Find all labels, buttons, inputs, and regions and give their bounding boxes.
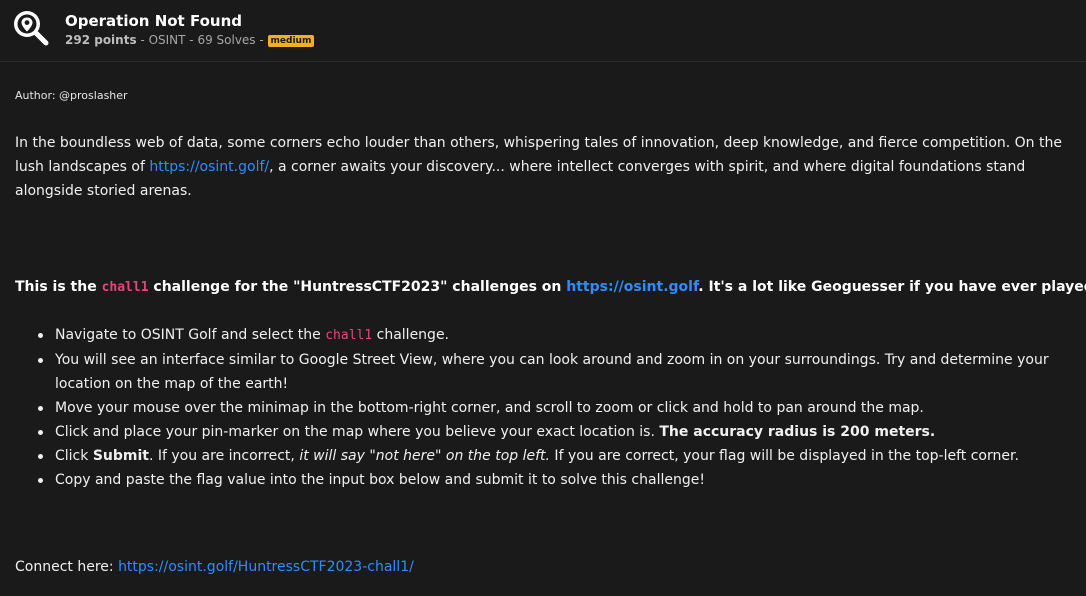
connect-label: Connect here: bbox=[15, 559, 119, 575]
step-text: Move your mouse over the minimap in the … bbox=[55, 400, 924, 416]
step-text: Copy and paste the flag value into the i… bbox=[55, 472, 705, 488]
challenge-summary: This is the chall1 challenge for the "Hu… bbox=[15, 275, 1086, 300]
osint-golf-summary-link[interactable]: https://osint.golf bbox=[566, 279, 698, 295]
summary-text-2: challenge for the "HuntressCTF2023" chal… bbox=[148, 279, 567, 295]
connect-line: Connect here: https://osint.golf/Huntres… bbox=[15, 555, 414, 579]
chall-code: chall1 bbox=[101, 280, 149, 295]
instruction-list: Navigate to OSINT Golf and select the ch… bbox=[15, 323, 1075, 492]
challenge-header: Operation Not Found 292 points - OSINT -… bbox=[0, 0, 1086, 62]
not-here-note: it will say "not here" on the top left. bbox=[299, 448, 550, 464]
osint-golf-link[interactable]: https://osint.golf/ bbox=[149, 159, 269, 175]
submit-word: Submit bbox=[92, 448, 149, 464]
chall-code: chall1 bbox=[325, 328, 373, 343]
challenge-title: Operation Not Found bbox=[65, 12, 242, 30]
list-item: You will see an interface similar to Goo… bbox=[38, 348, 1075, 396]
intro-paragraph: In the boundless web of data, some corne… bbox=[15, 131, 1073, 203]
step-text: Click bbox=[55, 448, 93, 464]
step-text: Navigate to OSINT Golf and select the bbox=[55, 327, 326, 343]
solves-count: 69 Solves bbox=[197, 33, 256, 47]
list-item: Click and place your pin-marker on the m… bbox=[38, 420, 1075, 444]
step-text: . If you are incorrect, bbox=[148, 448, 300, 464]
summary-text-3: . It's a lot like Geoguesser if you have… bbox=[698, 279, 1086, 295]
step-text: You will see an interface similar to Goo… bbox=[55, 352, 1049, 392]
step-text: Click and place your pin-marker on the m… bbox=[55, 424, 660, 440]
solves-separator: - bbox=[255, 33, 268, 47]
difficulty-badge: medium bbox=[267, 35, 315, 47]
list-item: Click Submit. If you are incorrect, it w… bbox=[38, 444, 1075, 468]
author-line: Author: @proslasher bbox=[15, 89, 128, 102]
challenge-meta: 292 points - OSINT - 69 Solves - medium bbox=[65, 33, 315, 47]
step-text: challenge. bbox=[372, 327, 450, 343]
step-text: If you are correct, your flag will be di… bbox=[549, 448, 1019, 464]
list-item: Copy and paste the flag value into the i… bbox=[38, 468, 1075, 492]
list-item: Move your mouse over the minimap in the … bbox=[38, 396, 1075, 420]
connect-link[interactable]: https://osint.golf/HuntressCTF2023-chall… bbox=[118, 559, 414, 575]
category-text: - OSINT - bbox=[136, 33, 198, 47]
summary-text-1: This is the bbox=[15, 279, 102, 295]
challenge-points: 292 points bbox=[65, 33, 137, 47]
accuracy-note: The accuracy radius is 200 meters. bbox=[659, 424, 936, 440]
list-item: Navigate to OSINT Golf and select the ch… bbox=[38, 323, 1075, 348]
magnifier-pin-icon bbox=[14, 11, 49, 46]
